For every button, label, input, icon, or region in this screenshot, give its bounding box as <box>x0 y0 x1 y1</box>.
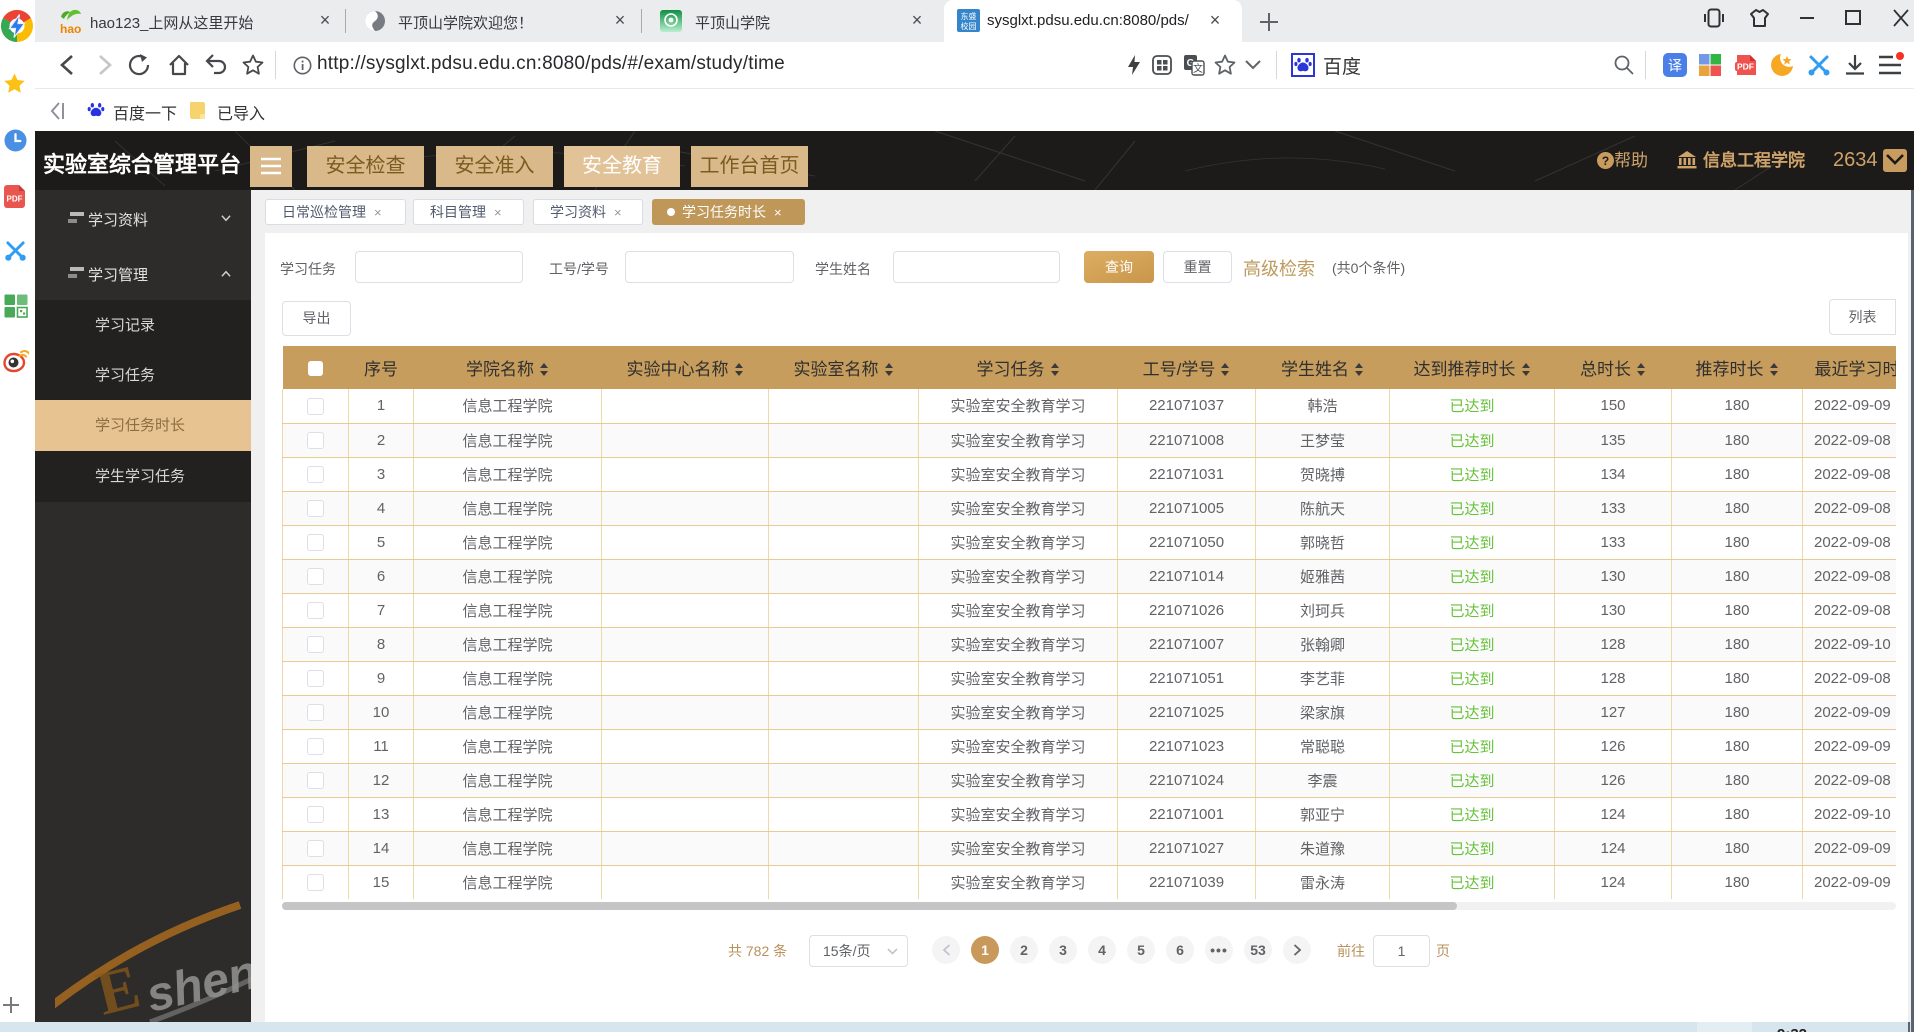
svg-text:校园: 校园 <box>961 21 977 31</box>
svg-text:文: 文 <box>1193 62 1203 75</box>
svg-text:东盛: 东盛 <box>961 11 977 21</box>
svg-text:shen: shen <box>142 946 251 1022</box>
svg-text:PDF: PDF <box>1737 62 1754 72</box>
svg-text:E: E <box>90 953 147 1022</box>
svg-text:?: ? <box>1602 154 1609 168</box>
svg-text:译: 译 <box>1668 58 1682 74</box>
svg-text:PDF: PDF <box>7 195 23 204</box>
svg-text:hao: hao <box>60 22 81 36</box>
